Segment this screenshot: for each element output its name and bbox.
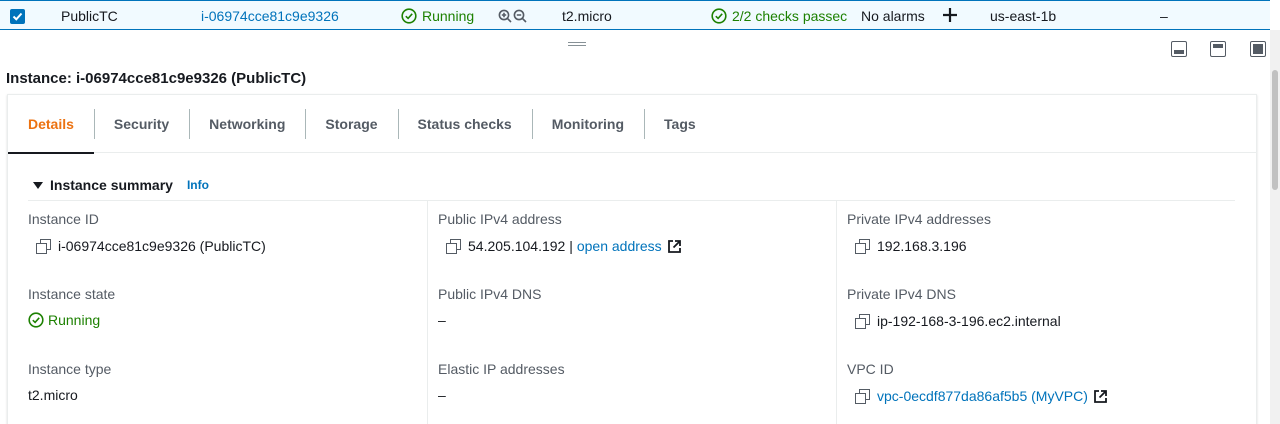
field-label: Private IPv4 DNS [847, 286, 956, 302]
field-value: ip-192-168-3-196.ec2.internal [855, 313, 1237, 329]
instance-id-value: i-06974cce81c9e9326 (PublicTC) [58, 238, 266, 254]
check-circle-icon [28, 312, 44, 328]
field-label: VPC ID [847, 361, 894, 377]
open-address-link[interactable]: open address [577, 238, 662, 254]
field-value: i-06974cce81c9e9326 (PublicTC) [36, 238, 418, 254]
tab-tags[interactable]: Tags [644, 95, 716, 153]
zoom-in-icon[interactable] [498, 9, 512, 23]
field-private-dns: Private IPv4 DNS ip-192-168-3-196.ec2.in… [847, 286, 1237, 329]
field-label: Instance state [28, 286, 116, 302]
instance-summary-title: Instance summary [50, 177, 173, 193]
field-public-dns: Public IPv4 DNS – [438, 286, 828, 328]
panel-side-icon[interactable] [1210, 41, 1226, 57]
summary-column-3: Private IPv4 addresses 192.168.3.196 Pri… [836, 201, 1236, 424]
field-label: Public IPv4 DNS [438, 286, 542, 302]
instance-summary-toggle[interactable]: Instance summary Info [33, 177, 209, 193]
row-checkbox[interactable] [10, 9, 25, 24]
private-dns-value: ip-192-168-3-196.ec2.internal [877, 313, 1061, 329]
details-tabs: Details Security Networking Storage Stat… [8, 95, 1256, 154]
summary-column-1: Instance ID i-06974cce81c9e9326 (PublicT… [28, 201, 428, 424]
tab-storage[interactable]: Storage [305, 95, 397, 153]
scrollbar-thumb[interactable] [1272, 70, 1278, 190]
field-elastic-ip: Elastic IP addresses – [438, 361, 828, 403]
selected-instance-row[interactable]: PublicTC i-06974cce81c9e9326 Running t2.… [0, 0, 1270, 30]
page-scrollbar[interactable] [1270, 30, 1280, 424]
row-instance-id-link[interactable]: i-06974cce81c9e9326 [201, 8, 339, 24]
row-state: Running [401, 8, 474, 24]
field-label: Public IPv4 address [438, 211, 562, 227]
row-public-ipv4-dns: – [1160, 8, 1168, 24]
copy-icon[interactable] [855, 239, 870, 254]
tab-monitoring[interactable]: Monitoring [531, 95, 644, 153]
private-ipv4-value: 192.168.3.196 [877, 238, 967, 254]
instance-title: Instance: i-06974cce81c9e9326 (PublicTC) [6, 70, 307, 87]
field-value: 54.205.104.192 | open address [446, 238, 828, 254]
info-link[interactable]: Info [187, 178, 209, 192]
row-availability-zone: us-east-1b [990, 8, 1057, 24]
caret-down-icon [33, 181, 43, 189]
elastic-ip-value: – [438, 387, 446, 403]
panel-full-icon[interactable] [1250, 41, 1266, 57]
instance-details-panel: Details Security Networking Storage Stat… [7, 94, 1257, 424]
tab-security[interactable]: Security [93, 95, 189, 153]
tab-status-checks[interactable]: Status checks [397, 95, 532, 153]
copy-icon[interactable] [855, 389, 870, 404]
field-label: Private IPv4 addresses [847, 211, 991, 227]
row-state-label: Running [422, 8, 475, 24]
check-circle-icon [401, 8, 417, 24]
row-alarms: No alarms [861, 8, 925, 24]
row-status-checks-label: 2/2 checks passec [732, 8, 848, 24]
copy-icon[interactable] [855, 314, 870, 329]
instance-type-value: t2.micro [28, 387, 78, 403]
field-value: vpc-0ecdf877da86af5b5 (MyVPC) [855, 388, 1237, 404]
instance-state-value: Running [48, 312, 101, 328]
field-label: Instance ID [28, 211, 99, 227]
field-instance-state: Instance state Running [28, 286, 418, 328]
check-circle-icon [711, 8, 727, 24]
row-name: PublicTC [61, 8, 118, 24]
external-link-icon[interactable] [1093, 389, 1108, 404]
add-alarm-plus-icon[interactable] [943, 8, 957, 25]
zoom-out-icon[interactable] [513, 9, 527, 23]
public-dns-value: – [438, 312, 446, 328]
summary-column-2: Public IPv4 address 54.205.104.192 | ope… [427, 201, 837, 424]
external-link-icon[interactable] [667, 239, 682, 254]
field-vpc-id: VPC ID vpc-0ecdf877da86af5b5 (MyVPC) [847, 361, 1237, 404]
field-private-ipv4: Private IPv4 addresses 192.168.3.196 [847, 211, 1237, 254]
vpc-id-link[interactable]: vpc-0ecdf877da86af5b5 (MyVPC) [877, 388, 1088, 404]
panel-bottom-icon[interactable] [1171, 41, 1187, 57]
field-instance-type: Instance type t2.micro [28, 361, 418, 403]
tab-details[interactable]: Details [8, 95, 94, 154]
copy-icon[interactable] [446, 239, 461, 254]
field-label: Elastic IP addresses [438, 361, 565, 377]
copy-icon[interactable] [36, 239, 51, 254]
field-value: Running [28, 312, 418, 328]
row-instance-type: t2.micro [562, 8, 612, 24]
split-panel-drag-handle[interactable] [568, 42, 586, 48]
field-label: Instance type [28, 361, 112, 377]
field-public-ipv4: Public IPv4 address 54.205.104.192 | ope… [438, 211, 828, 254]
row-status-checks: 2/2 checks passec [711, 8, 847, 24]
row-state-zoom [498, 9, 527, 23]
field-value: 192.168.3.196 [855, 238, 1237, 254]
public-ipv4-value: 54.205.104.192 | [468, 238, 573, 254]
tab-networking[interactable]: Networking [189, 95, 305, 153]
field-instance-id: Instance ID i-06974cce81c9e9326 (PublicT… [28, 211, 418, 254]
